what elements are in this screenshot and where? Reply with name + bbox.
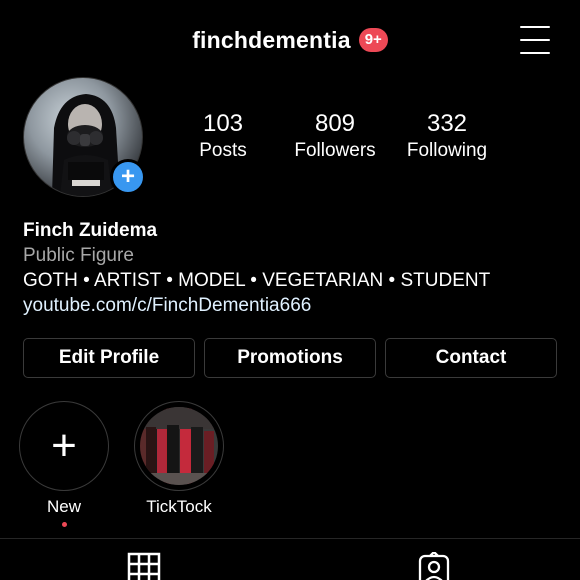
highlight-ring[interactable] [134, 401, 224, 491]
contact-button[interactable]: Contact [385, 338, 557, 378]
new-highlight-circle[interactable]: + [19, 401, 109, 491]
highlight-label: TickTock [146, 497, 212, 516]
edit-profile-button[interactable]: Edit Profile [23, 338, 195, 378]
tab-divider [0, 538, 580, 539]
add-story-button[interactable]: + [110, 159, 146, 195]
profile-header: finchdementia 9+ [0, 18, 580, 62]
profile-name: Finch Zuidema [23, 220, 158, 241]
username-title[interactable]: finchdementia [192, 27, 351, 54]
followers-stat[interactable]: 809 Followers [275, 110, 395, 164]
highlight-thumbnail [140, 407, 218, 485]
promotions-button[interactable]: Promotions [204, 338, 376, 378]
grid-icon[interactable] [127, 552, 161, 580]
plus-icon: + [120, 163, 135, 190]
bio-link[interactable]: youtube.com/c/FinchDementia666 [23, 293, 563, 318]
posts-count: 103 [202, 110, 244, 137]
followers-count: 809 [314, 110, 356, 137]
hamburger-menu-icon[interactable] [520, 26, 550, 54]
tagged-icon[interactable] [417, 550, 451, 580]
bio-section: Finch Zuidema Public Figure GOTH • ARTIS… [23, 218, 563, 318]
following-count: 332 [426, 110, 468, 137]
profile-page: finchdementia 9+ + 103 Posts 809 Followe… [0, 0, 580, 580]
following-label: Following [406, 140, 488, 161]
notification-badge[interactable]: 9+ [358, 28, 388, 52]
plus-icon: + [51, 421, 77, 470]
profile-category: Public Figure [23, 245, 134, 266]
avatar-container[interactable]: + [23, 77, 146, 197]
followers-label: Followers [294, 140, 376, 161]
new-indicator-dot [61, 522, 67, 527]
highlight-label: New [46, 497, 81, 516]
posts-label: Posts [199, 140, 247, 161]
highlight-new[interactable]: + New [19, 401, 109, 527]
posts-stat[interactable]: 103 Posts [163, 110, 283, 164]
clothing-rack-icon [140, 407, 218, 485]
highlight-ticktock[interactable]: TickTock [134, 401, 224, 517]
following-stat[interactable]: 332 Following [387, 110, 507, 164]
bio-description: GOTH • ARTIST • MODEL • VEGETARIAN • STU… [23, 270, 491, 291]
